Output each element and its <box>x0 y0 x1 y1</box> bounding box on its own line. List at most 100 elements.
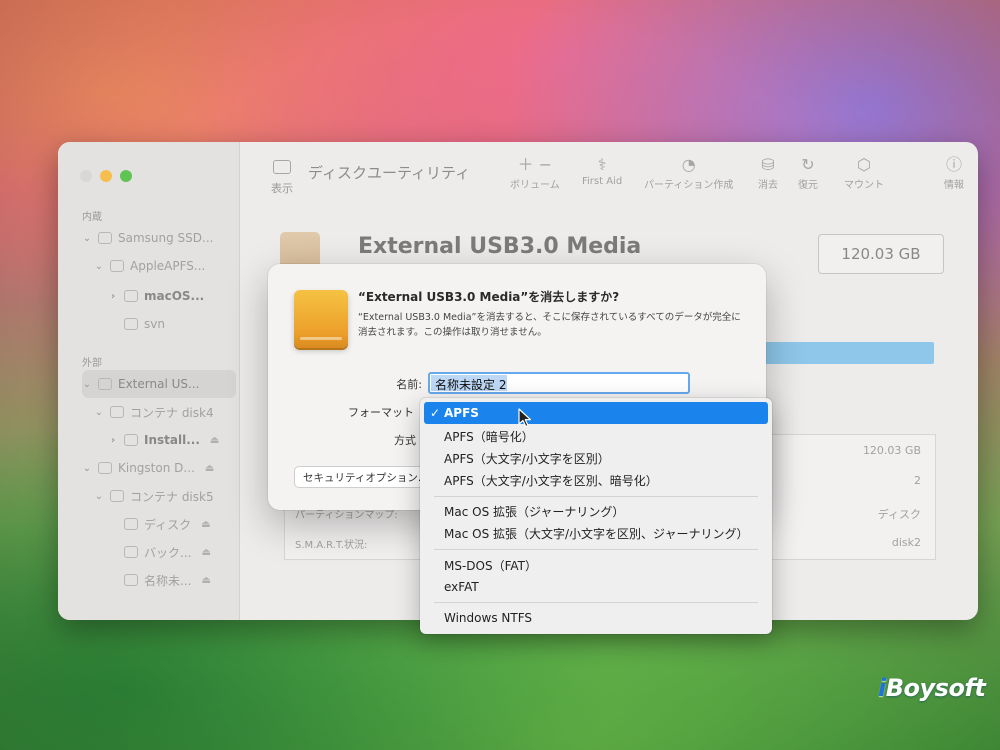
checkmark-icon: ✓ <box>430 406 441 420</box>
sidebar-item-install[interactable]: › Install... ⏏ <box>108 428 219 452</box>
chevron-down-icon[interactable]: ⌄ <box>82 463 92 474</box>
sidebar-item-label: コンテナ disk4 <box>130 405 214 420</box>
sidebar-item-untitled-volume[interactable]: 名称未... ⏏ <box>124 568 211 592</box>
menu-item-label: MS-DOS（FAT） <box>444 558 538 573</box>
chevron-down-icon[interactable]: ⌄ <box>94 491 104 502</box>
sidebar-item-samsung-ssd[interactable]: ⌄ Samsung SSD... <box>82 226 214 250</box>
minimize-button[interactable] <box>100 170 112 182</box>
zoom-button[interactable] <box>120 170 132 182</box>
view-label: 表示 <box>271 182 293 195</box>
view-menu-button[interactable]: 表示 <box>262 160 302 196</box>
first-aid-label: First Aid <box>582 176 623 187</box>
mount-button[interactable]: ⬡ マウント <box>844 154 884 191</box>
format-option-apfs-encrypted[interactable]: APFS（暗号化） <box>424 425 768 447</box>
partition-label: パーティション作成 <box>644 180 734 191</box>
container-icon <box>110 260 124 272</box>
disk-icon <box>98 462 112 474</box>
mount-label: マウント <box>844 180 884 191</box>
format-option-windows-ntfs[interactable]: Windows NTFS <box>424 607 768 629</box>
eject-icon[interactable]: ⏏ <box>201 519 210 530</box>
sidebar-header-external: 外部 <box>82 358 102 369</box>
sidebar-item-label: Samsung SSD... <box>118 231 214 245</box>
sidebar-item-label: バック... <box>144 545 192 560</box>
sidebar-item-kingston[interactable]: ⌄ Kingston D... ⏏ <box>82 456 214 480</box>
iboysoft-watermark: iBoysoft <box>878 674 986 702</box>
name-label: 名前: <box>396 378 422 391</box>
partition-button[interactable]: ◔ パーティション作成 <box>644 154 733 191</box>
info-value: 2 <box>914 474 921 487</box>
sidebar-item-label: ディスク <box>144 517 192 532</box>
chevron-down-icon[interactable]: ⌄ <box>82 379 92 390</box>
sidebar-item-svn[interactable]: svn <box>124 312 165 336</box>
eject-icon[interactable]: ⏏ <box>201 547 210 558</box>
volume-icon <box>124 574 138 586</box>
sidebar-item-appleapfs[interactable]: ⌄ AppleAPFS... <box>94 254 206 278</box>
security-options-button[interactable]: セキュリティオプション... <box>294 466 430 488</box>
chevron-down-icon[interactable]: ⌄ <box>94 261 104 272</box>
container-icon <box>110 406 124 418</box>
menu-separator <box>434 549 758 550</box>
volume-icon <box>124 434 138 446</box>
format-option-apfs[interactable]: ✓ APFS <box>424 402 768 424</box>
format-option-apfs-case-sensitive[interactable]: APFS（大文字/小文字を区別） <box>424 447 768 469</box>
volume-icon <box>124 318 138 330</box>
sidebar-item-backup-volume[interactable]: バック... ⏏ <box>124 540 211 564</box>
restore-icon: ↻ <box>801 155 815 174</box>
volume-button[interactable]: ＋ − ボリューム <box>510 154 560 191</box>
sidebar-item-label: 名称未... <box>144 573 192 588</box>
capacity-box: 120.03 GB <box>818 234 944 274</box>
plus-minus-icon: ＋ − <box>517 155 553 174</box>
info-value: ディスク <box>877 508 921 521</box>
stethoscope-icon: ⚕ <box>597 155 607 174</box>
sidebar-item-container-disk5[interactable]: ⌄ コンテナ disk5 <box>94 484 214 508</box>
sidebar-item-label: コンテナ disk5 <box>130 489 214 504</box>
info-button[interactable]: ⓘ 情報 <box>944 154 964 191</box>
chevron-right-icon[interactable]: › <box>108 291 118 302</box>
sidebar-item-label: Install... <box>144 433 200 447</box>
scheme-label: 方式 <box>394 434 416 447</box>
chevron-right-icon[interactable]: › <box>108 435 118 446</box>
sidebar-header-internal: 内蔵 <box>82 212 102 223</box>
format-option-exfat[interactable]: exFAT <box>424 576 768 598</box>
window-controls <box>80 170 132 182</box>
restore-button[interactable]: ↻ 復元 <box>798 154 818 191</box>
menu-item-label: Mac OS 拡張（大文字/小文字を区別、ジャーナリング） <box>444 526 749 541</box>
format-option-ms-dos-fat[interactable]: MS-DOS（FAT） <box>424 554 768 576</box>
sidebar-item-label: Kingston D... <box>118 461 195 475</box>
first-aid-button[interactable]: ⚕ First Aid <box>582 154 622 187</box>
info-value: disk2 <box>891 536 921 549</box>
sidebar-item-label: AppleAPFS... <box>130 259 206 273</box>
menu-separator <box>434 602 758 603</box>
sidebar-item-macos[interactable]: › macOS... <box>108 284 204 308</box>
restore-label: 復元 <box>798 180 818 191</box>
format-option-apfs-case-sensitive-encrypted[interactable]: APFS（大文字/小文字を区別、暗号化） <box>424 469 768 491</box>
menu-item-label: APFS（暗号化） <box>444 429 534 444</box>
sidebar-item-container-disk4[interactable]: ⌄ コンテナ disk4 <box>94 400 214 424</box>
chevron-down-icon[interactable]: ⌄ <box>94 407 104 418</box>
sidebar-item-label: External US... <box>118 377 200 391</box>
container-icon <box>110 490 124 502</box>
sidebar-item-disk-volume[interactable]: ディスク ⏏ <box>124 512 211 536</box>
erase-button[interactable]: ⛁ 消去 <box>758 154 778 191</box>
sidebar-item-external-usb[interactable]: ⌄ External US... <box>82 372 200 396</box>
chevron-down-icon[interactable]: ⌄ <box>82 233 92 244</box>
eject-icon[interactable]: ⏏ <box>205 463 214 474</box>
volume-icon <box>124 546 138 558</box>
close-button[interactable] <box>80 170 92 182</box>
eject-icon[interactable]: ⏏ <box>210 435 219 446</box>
sidebar-item-label: svn <box>144 317 165 331</box>
format-option-hfs-case-sensitive-journaled[interactable]: Mac OS 拡張（大文字/小文字を区別、ジャーナリング） <box>424 522 768 544</box>
erase-label: 消去 <box>758 180 778 191</box>
info-key: S.M.A.R.T.状況: <box>295 540 368 551</box>
watermark-brand: Boysoft <box>885 674 986 702</box>
name-field[interactable] <box>428 372 690 394</box>
menu-item-label: APFS（大文字/小文字を区別） <box>444 451 610 466</box>
menu-item-label: exFAT <box>444 580 479 594</box>
eject-icon[interactable]: ⏏ <box>201 575 210 586</box>
window-title: ディスクユーティリティ <box>308 164 471 182</box>
format-label: フォーマット <box>348 406 414 419</box>
menu-item-label: Mac OS 拡張（ジャーナリング） <box>444 504 625 519</box>
mouse-cursor-icon <box>518 408 531 428</box>
format-option-hfs-journaled[interactable]: Mac OS 拡張（ジャーナリング） <box>424 500 768 522</box>
dialog-message: “External USB3.0 Media”を消去すると、そこに保存されている… <box>358 312 741 338</box>
